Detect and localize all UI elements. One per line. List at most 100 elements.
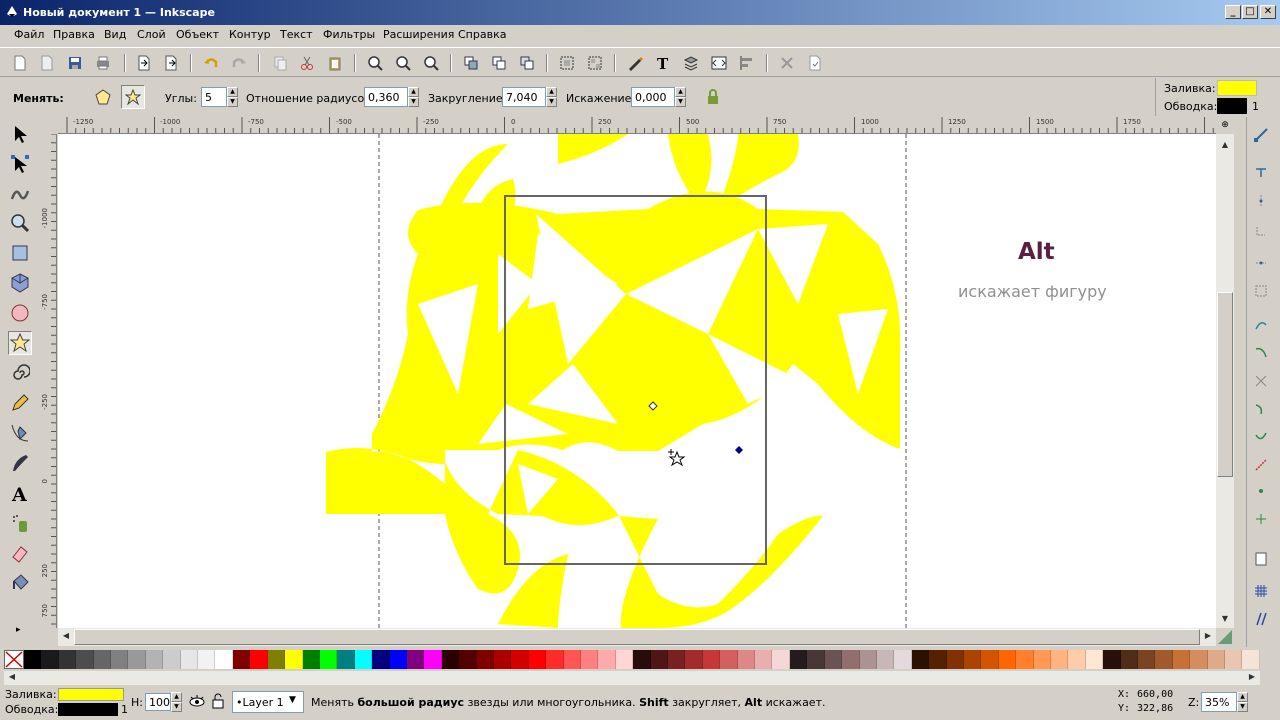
print-icon[interactable] <box>93 53 113 73</box>
palette-swatch[interactable] <box>981 650 999 669</box>
palette-swatch[interactable] <box>842 650 860 669</box>
snap-rotation-center-icon[interactable] <box>1251 509 1271 529</box>
node-tool-icon[interactable] <box>8 152 32 176</box>
vertical-scrollbar[interactable]: ▲ ▼ <box>1216 134 1234 628</box>
horizontal-scrollbar[interactable]: ◀ ▶ <box>58 628 1216 646</box>
palette-swatch[interactable] <box>111 650 129 669</box>
palette-swatch[interactable] <box>424 650 442 669</box>
palette-swatch[interactable] <box>163 650 181 669</box>
snap-toggle-icon[interactable] <box>1251 125 1271 145</box>
polygon-mode-icon[interactable] <box>93 87 113 107</box>
status-fill-swatch[interactable] <box>58 688 124 701</box>
palette-swatch[interactable] <box>476 650 494 669</box>
zoom-selection-icon[interactable] <box>365 53 385 73</box>
snap-bbox-edge-icon[interactable] <box>1251 191 1271 211</box>
palette-swatch[interactable] <box>511 650 529 669</box>
ellipse-tool-icon[interactable] <box>8 301 32 325</box>
minimize-button[interactable]: _ <box>1225 5 1241 19</box>
copy-icon[interactable] <box>270 53 290 73</box>
opacity-spin[interactable]: ▲ ▼ <box>171 692 182 712</box>
palette-swatch[interactable] <box>1225 650 1243 669</box>
text-font-dialog-icon[interactable]: T <box>653 53 673 73</box>
palette-swatch[interactable] <box>1190 650 1208 669</box>
menu-file[interactable]: Файл <box>14 28 44 41</box>
palette-swatch[interactable] <box>93 650 112 669</box>
palette-swatch[interactable] <box>1207 650 1226 669</box>
spiral-tool-icon[interactable] <box>8 361 32 385</box>
save-icon[interactable] <box>65 53 85 73</box>
open-file-icon[interactable] <box>37 53 57 73</box>
3d-box-tool-icon[interactable] <box>8 271 32 295</box>
palette-swatch[interactable] <box>198 650 216 669</box>
layer-lock-icon[interactable] <box>211 693 225 709</box>
vertical-ruler[interactable]: -1000 -750 -250 0 250 750 <box>40 134 57 628</box>
palette-swatch[interactable] <box>41 650 59 669</box>
snap-intersection-icon[interactable] <box>1251 371 1271 391</box>
palette-swatch[interactable] <box>180 650 199 669</box>
scroll-right-arrow[interactable]: ▶ <box>1200 629 1216 645</box>
palette-swatch[interactable] <box>493 650 512 669</box>
palette-swatch[interactable] <box>650 650 669 669</box>
scroll-down-arrow[interactable]: ▼ <box>1217 612 1233 628</box>
snap-page-border-icon[interactable] <box>1251 549 1271 569</box>
snap-bbox-icon[interactable] <box>1251 161 1271 181</box>
layer-dropdown-arrow-icon[interactable]: ▼ <box>289 695 296 705</box>
fill-stroke-dialog-icon[interactable] <box>625 53 645 73</box>
palette-swatch[interactable] <box>929 650 947 669</box>
palette-swatch[interactable] <box>998 650 1017 669</box>
palette-swatch[interactable] <box>824 650 843 669</box>
palette-swatch[interactable] <box>911 650 930 669</box>
horizontal-ruler[interactable]: -1250 -1000 -750 -500 -250 0 250 500 750… <box>58 117 1216 134</box>
menu-extensions[interactable]: Расширения <box>383 28 454 41</box>
ratio-spin[interactable]: ▲ ▼ <box>408 87 419 107</box>
layers-dialog-icon[interactable] <box>681 53 701 73</box>
calligraphy-tool-icon[interactable] <box>8 451 32 475</box>
opacity-input[interactable]: 100 <box>145 693 171 711</box>
zoom-spin[interactable]: ▲ ▼ <box>1237 692 1248 712</box>
palette-swatch[interactable] <box>1120 650 1138 669</box>
palette-swatch[interactable] <box>528 650 547 669</box>
palette-swatch[interactable] <box>1050 650 1069 669</box>
import-icon[interactable] <box>134 53 154 73</box>
scroll-up-arrow[interactable]: ▲ <box>1217 138 1233 154</box>
menu-layer[interactable]: Слой <box>137 28 166 41</box>
palette-swatch[interactable] <box>459 650 477 669</box>
palette-swatch[interactable] <box>250 650 268 669</box>
star-mode-icon[interactable] <box>121 85 145 109</box>
zoom-input[interactable]: 35% <box>1201 692 1237 712</box>
eraser-tool-icon[interactable] <box>8 541 32 565</box>
palette-swatch[interactable] <box>302 650 320 669</box>
document-properties-icon[interactable] <box>805 53 825 73</box>
pencil-tool-icon[interactable] <box>8 391 32 415</box>
reset-defaults-icon[interactable] <box>703 87 723 107</box>
palette-swatch[interactable] <box>859 650 877 669</box>
snap-guide-icon[interactable] <box>1251 609 1271 629</box>
cut-icon[interactable] <box>297 53 317 73</box>
palette-swatch[interactable] <box>894 650 912 669</box>
menu-edit[interactable]: Правка <box>53 28 95 41</box>
palette-swatch[interactable] <box>441 650 460 669</box>
snap-path-icon[interactable] <box>1251 343 1271 363</box>
palette-swatch[interactable] <box>615 650 634 669</box>
palette-swatch[interactable] <box>145 650 164 669</box>
palette-swatch[interactable] <box>807 650 825 669</box>
palette-swatch[interactable] <box>354 650 373 669</box>
palette-swatch[interactable] <box>76 650 94 669</box>
tweak-tool-icon[interactable] <box>8 181 32 205</box>
preferences-icon[interactable] <box>777 53 797 73</box>
clone-icon[interactable] <box>489 53 509 73</box>
redo-icon[interactable] <box>229 53 249 73</box>
spray-tool-icon[interactable] <box>8 511 32 535</box>
rectangle-tool-icon[interactable] <box>8 241 32 265</box>
palette-swatch[interactable] <box>215 650 233 669</box>
palette-swatch[interactable] <box>128 650 146 669</box>
randomize-spin[interactable]: ▲ ▼ <box>675 87 686 107</box>
menu-filters[interactable]: Фильтры <box>323 28 375 41</box>
align-distribute-icon[interactable] <box>737 53 757 73</box>
maximize-button[interactable]: □ <box>1242 5 1258 19</box>
zoom-drawing-icon[interactable] <box>393 53 413 73</box>
paint-bucket-tool-icon[interactable] <box>8 571 32 595</box>
menu-object[interactable]: Объект <box>176 28 219 41</box>
palette-swatch[interactable] <box>546 650 564 669</box>
star-tool-icon[interactable] <box>8 331 32 355</box>
